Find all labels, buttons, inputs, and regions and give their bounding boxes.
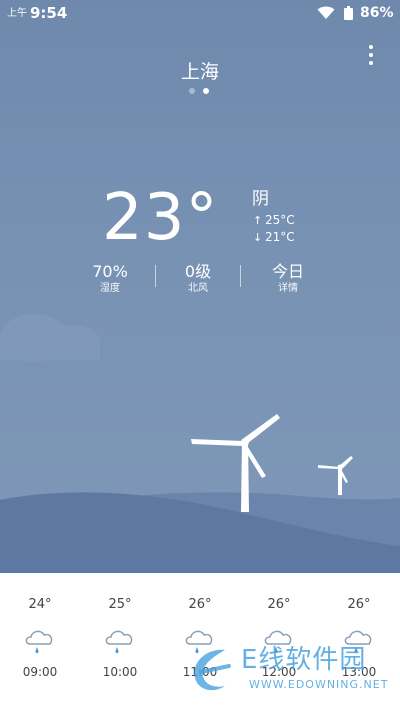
cloud-decoration bbox=[0, 314, 100, 362]
wind-label: 北风 bbox=[188, 283, 208, 294]
weather-background: 上午 9:54 86% 上海 23° 阴 ↑ 25°C ↓ 21°C 70% 湿… bbox=[0, 0, 400, 573]
hourly-temperature: 24° bbox=[28, 597, 52, 612]
wind-value: 0级 bbox=[184, 262, 212, 281]
e-logo-icon bbox=[194, 649, 231, 691]
arrow-down-icon: ↓ bbox=[253, 231, 263, 244]
low-temperature-row: ↓ 21°C bbox=[253, 230, 295, 245]
weather-screen: 上午 9:54 86% 上海 23° 阴 ↑ 25°C ↓ 21°C 70% 湿… bbox=[0, 0, 400, 710]
humidity-label: 湿度 bbox=[100, 283, 120, 294]
wind-turbine-small bbox=[318, 456, 353, 495]
today-value: 今日 bbox=[271, 262, 304, 281]
stat-divider bbox=[240, 265, 241, 287]
hourly-temperature: 26° bbox=[188, 597, 212, 612]
wind-stat: 0级 北风 bbox=[158, 262, 238, 296]
light-rain-icon bbox=[25, 630, 53, 654]
more-dot-icon bbox=[369, 45, 373, 49]
watermark-url: WWW.EDOWNING.NET bbox=[249, 678, 389, 691]
status-time: 9:54 bbox=[30, 4, 68, 22]
high-temperature: 25°C bbox=[265, 213, 295, 227]
hourly-item: 25° 10:00 bbox=[90, 597, 150, 679]
light-rain-icon bbox=[105, 630, 133, 654]
status-time-period: 上午 bbox=[7, 8, 27, 19]
hourly-time: 10:00 bbox=[102, 665, 138, 679]
site-watermark: E线软件园 WWW.EDOWNING.NET bbox=[185, 642, 395, 698]
page-dot-1[interactable] bbox=[189, 88, 195, 94]
status-bar: 上午 9:54 86% bbox=[0, 0, 400, 28]
hourly-item: 24° 09:00 bbox=[10, 597, 70, 679]
more-dot-icon bbox=[369, 61, 373, 65]
hourly-time: 09:00 bbox=[22, 665, 58, 679]
page-indicator bbox=[187, 88, 213, 94]
more-options-button[interactable] bbox=[363, 45, 379, 65]
low-temperature: 21°C bbox=[265, 230, 295, 244]
hourly-temperature: 26° bbox=[347, 597, 371, 612]
details-label: 详情 bbox=[278, 283, 298, 294]
hourly-temperature: 25° bbox=[108, 597, 132, 612]
city-name[interactable]: 上海 bbox=[160, 60, 240, 84]
weather-condition: 阴 bbox=[252, 189, 269, 209]
wifi-icon bbox=[317, 6, 335, 19]
page-dot-2[interactable] bbox=[203, 88, 209, 94]
current-temperature: 23° bbox=[102, 181, 219, 255]
battery-percentage: 86% bbox=[360, 5, 394, 21]
more-dot-icon bbox=[369, 53, 373, 57]
hourly-temperature: 26° bbox=[267, 597, 291, 612]
battery-icon bbox=[344, 6, 353, 20]
high-temperature-row: ↑ 25°C bbox=[253, 213, 295, 228]
stat-divider bbox=[155, 265, 156, 287]
humidity-value: 70% bbox=[92, 262, 128, 281]
today-details-button[interactable]: 今日 详情 bbox=[248, 262, 328, 296]
arrow-up-icon: ↑ bbox=[253, 214, 263, 227]
humidity-stat: 70% 湿度 bbox=[70, 262, 150, 296]
watermark-brand: E线软件园 bbox=[241, 645, 367, 675]
